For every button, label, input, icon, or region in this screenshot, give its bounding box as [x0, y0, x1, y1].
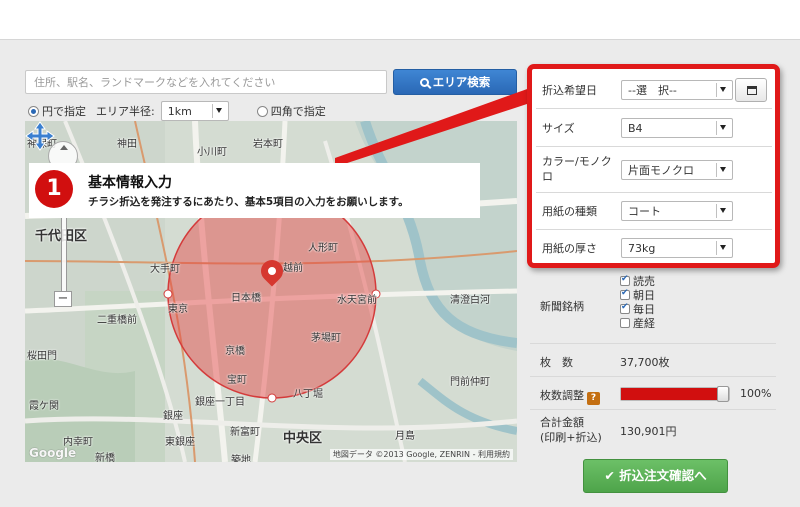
paper-type-value: コート	[628, 205, 661, 218]
chevron-down-icon	[716, 121, 728, 135]
count-label: 枚 数	[540, 356, 573, 369]
checkbox-unchecked[interactable]	[620, 318, 630, 328]
chevron-down-icon	[716, 204, 728, 218]
total-label: 合計金額 (印刷+折込)	[540, 415, 602, 445]
paper-thickness-row: 用紙の厚さ 73kg	[536, 230, 772, 263]
color-select[interactable]: 片面モノクロ	[621, 160, 733, 180]
size-value: B4	[628, 121, 643, 135]
desired-date-label: 折込希望日	[542, 84, 597, 97]
paper-type-select[interactable]: コート	[621, 201, 733, 221]
confirm-order-label: 折込注文確認へ	[619, 468, 707, 483]
newspaper-mainichi[interactable]: 毎日	[620, 302, 655, 316]
paper-thickness-label: 用紙の厚さ	[542, 242, 597, 255]
desired-date-value: --選 択--	[628, 84, 677, 97]
paper-thickness-select[interactable]: 73kg	[621, 238, 733, 258]
color-value: 片面モノクロ	[628, 164, 694, 177]
adjust-value: 100%	[740, 387, 772, 400]
step-description: チラシ折込を発注するにあたり、基本5項目の入力をお願いします。	[88, 196, 409, 208]
newspaper-name: 産経	[633, 317, 655, 330]
help-icon[interactable]: ?	[587, 392, 600, 405]
newspaper-row: 新聞銘柄 読売 朝日 毎日 産経	[530, 268, 776, 344]
chevron-down-icon	[716, 83, 728, 97]
chevron-down-icon	[716, 241, 728, 255]
count-adjust-slider[interactable]	[620, 386, 730, 402]
paper-type-label: 用紙の種類	[542, 205, 597, 218]
newspaper-yomiuri[interactable]: 読売	[620, 274, 655, 288]
count-value: 37,700枚	[620, 356, 670, 369]
total-label-line1: 合計金額	[540, 416, 584, 429]
basic-info-form: 折込希望日 --選 択-- サイズ B4 カラー/モノクロ 片面モノクロ 用紙の…	[527, 64, 780, 268]
adjust-row: 枚数調整? 100%	[530, 378, 776, 410]
adjust-label: 枚数調整	[540, 389, 584, 402]
paper-type-row: 用紙の種類 コート	[536, 193, 772, 230]
calendar-button[interactable]	[735, 78, 767, 102]
total-value: 130,901円	[620, 425, 677, 438]
slider-fill	[621, 388, 729, 400]
size-label: サイズ	[542, 122, 575, 135]
newspaper-sankei[interactable]: 産経	[620, 316, 655, 330]
total-label-line2: (印刷+折込)	[540, 431, 602, 444]
chevron-down-icon	[716, 163, 728, 177]
calendar-icon	[747, 86, 757, 95]
step-title: 基本情報入力	[88, 175, 172, 191]
newspaper-checklist: 読売 朝日 毎日 産経	[620, 274, 655, 330]
confirm-order-button[interactable]: ✔ 折込注文確認へ	[583, 459, 728, 493]
desired-date-row: 折込希望日 --選 択--	[536, 72, 772, 109]
count-row: 枚 数 37,700枚	[530, 345, 776, 377]
paper-thickness-value: 73kg	[628, 241, 656, 255]
check-icon: ✔	[604, 468, 620, 483]
step-number-badge: 1	[35, 170, 73, 208]
newspaper-asahi[interactable]: 朝日	[620, 288, 655, 302]
checkbox-checked[interactable]	[620, 288, 630, 300]
newspaper-label: 新聞銘柄	[540, 300, 584, 313]
slider-handle[interactable]	[717, 386, 729, 402]
adjust-label-wrap: 枚数調整?	[540, 387, 600, 405]
color-label: カラー/モノクロ	[542, 155, 612, 183]
size-row: サイズ B4	[536, 109, 772, 147]
desired-date-select[interactable]: --選 択--	[621, 80, 733, 100]
total-row: 合計金額 (印刷+折込) 130,901円	[530, 411, 776, 451]
checkbox-checked[interactable]	[620, 302, 630, 314]
size-select[interactable]: B4	[621, 118, 733, 138]
color-row: カラー/モノクロ 片面モノクロ	[536, 147, 772, 193]
checkbox-checked[interactable]	[620, 274, 630, 286]
step-callout: 1 基本情報入力 チラシ折込を発注するにあたり、基本5項目の入力をお願いします。	[29, 163, 480, 218]
